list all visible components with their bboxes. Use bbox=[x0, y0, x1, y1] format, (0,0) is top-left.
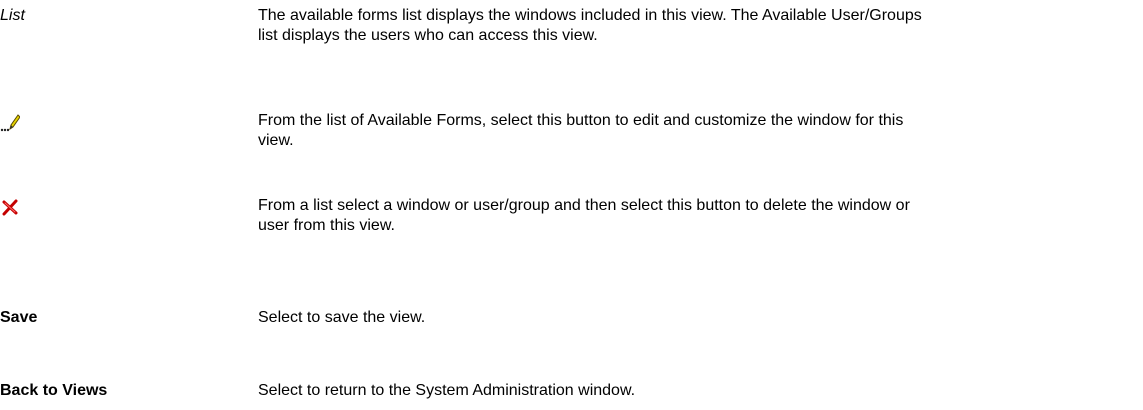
term-list: List bbox=[0, 7, 25, 24]
definition-row-save: Save Select to save the view. bbox=[0, 308, 1143, 332]
description-edit: From the list of Available Forms, select… bbox=[258, 112, 904, 149]
definition-row-delete: From a list select a window or user/grou… bbox=[0, 196, 1143, 246]
term-back-to-views: Back to Views bbox=[0, 382, 108, 399]
edit-pencil-icon bbox=[0, 114, 20, 132]
description-back-to-views: Select to return to the System Administr… bbox=[258, 382, 636, 399]
term-save: Save bbox=[0, 309, 38, 326]
description-delete: From a list select a window or user/grou… bbox=[258, 197, 910, 234]
definition-row-back-to-views: Back to Views Select to return to the Sy… bbox=[0, 381, 1143, 405]
definition-row-edit: From the list of Available Forms, select… bbox=[0, 111, 1143, 161]
definition-row-list: List The available forms list displays t… bbox=[0, 6, 1143, 56]
delete-x-icon bbox=[2, 199, 18, 216]
description-save: Select to save the view. bbox=[258, 309, 426, 326]
description-list: The available forms list displays the wi… bbox=[258, 7, 922, 44]
